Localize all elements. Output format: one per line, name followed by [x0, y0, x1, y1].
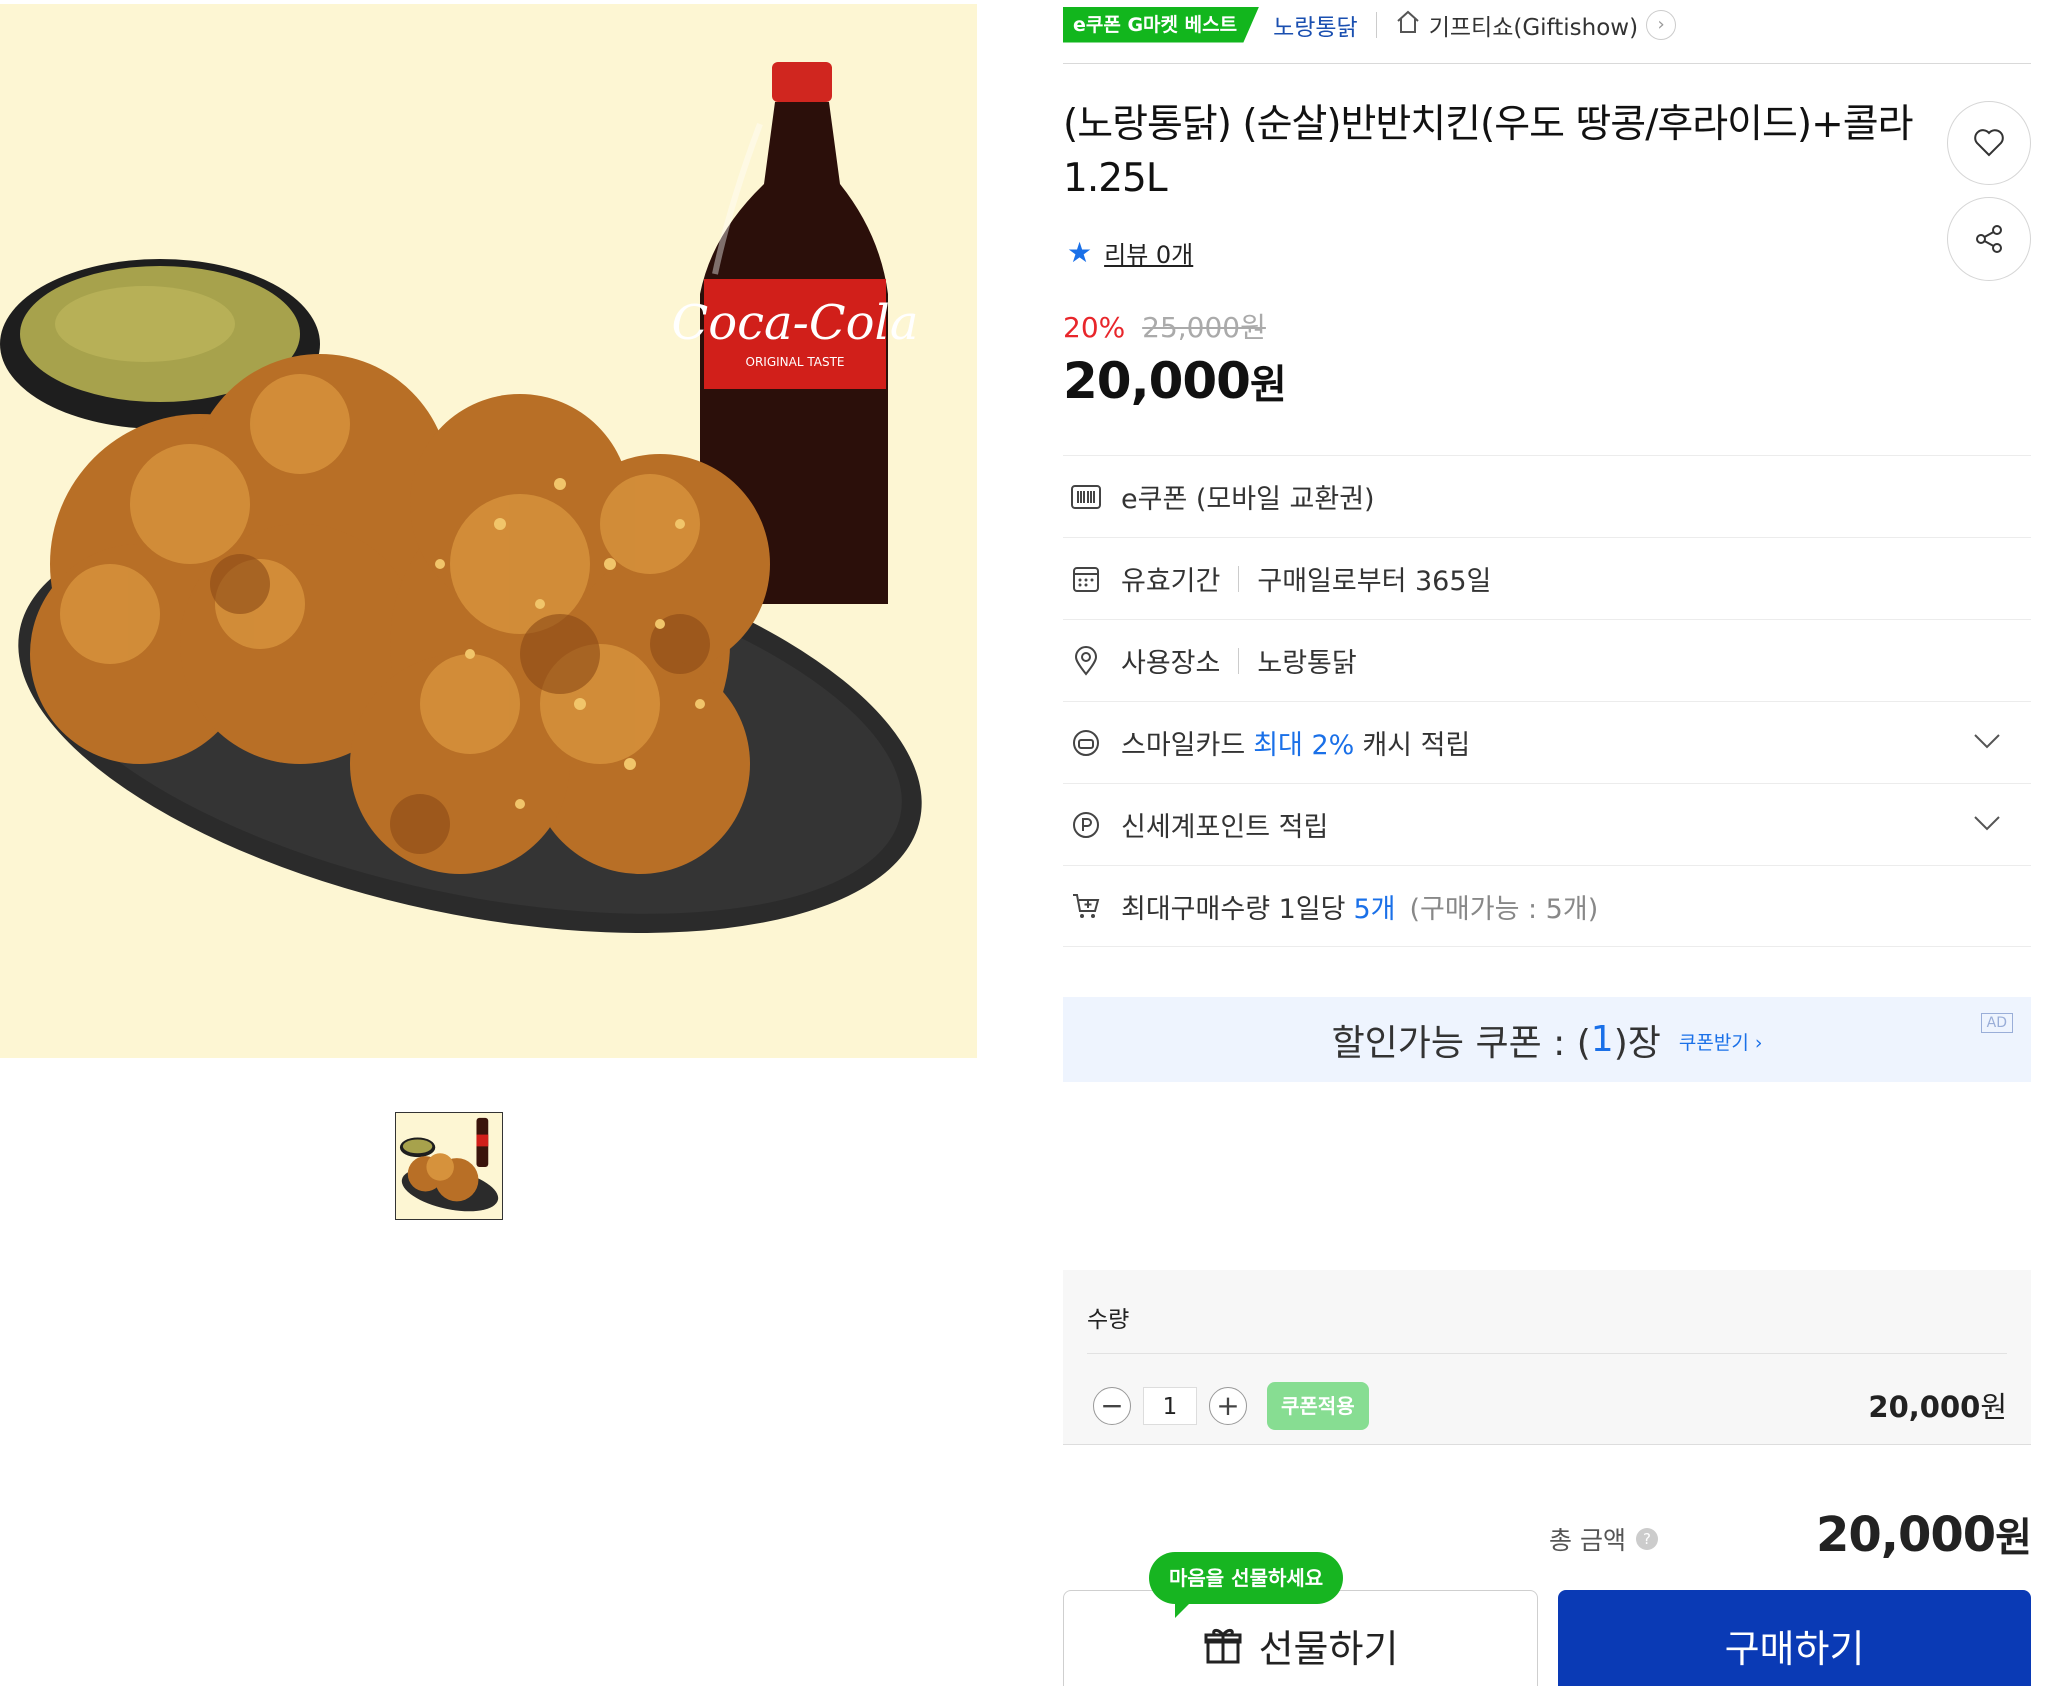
- top-bar: e쿠폰 G마켓 베스트 노랑통닭 기프티쇼(Giftishow) ›: [1063, 0, 2031, 64]
- total-label: 총 금액 ?: [1549, 1521, 1658, 1557]
- coupon-label-prefix: 할인가능 쿠폰 : (: [1331, 1022, 1591, 1064]
- info-row-type: e쿠폰 (모바일 교환권): [1063, 455, 2031, 537]
- wishlist-button[interactable]: [1947, 101, 2031, 185]
- info-row-validity: 유효기간 구매일로부터 365일: [1063, 537, 2031, 619]
- quantity-box: 수량 − 1 + 쿠폰적용 20,000원: [1063, 1270, 2031, 1445]
- discount-line: 20% 25,000원: [1063, 306, 1286, 346]
- share-button[interactable]: [1947, 197, 2031, 281]
- quantity-input[interactable]: 1: [1143, 1387, 1197, 1425]
- ad-badge: AD: [1980, 1013, 2013, 1033]
- total-label-text: 총 금액: [1549, 1526, 1626, 1555]
- total-price-unit: 원: [1995, 1515, 2032, 1561]
- shop-name: 기프티쇼(Giftishow): [1428, 14, 1639, 41]
- line-price-value: 20,000: [1868, 1390, 1981, 1424]
- card-icon: [1069, 726, 1103, 760]
- maxbuy-note: (구매가능 : 5개): [1409, 893, 1599, 925]
- price-area: 20% 25,000원 20,000원: [1063, 306, 1287, 410]
- chevron-down-icon[interactable]: [1973, 808, 2001, 839]
- info-row-place: 사용장소 노랑통닭: [1063, 619, 2031, 701]
- product-info-panel: e쿠폰 G마켓 베스트 노랑통닭 기프티쇼(Giftishow) › (노랑통닭…: [1063, 0, 2032, 1686]
- shop-link[interactable]: 기프티쇼(Giftishow) ›: [1395, 8, 1677, 42]
- validity-label: 유효기간: [1121, 566, 1221, 597]
- quantity-stepper: − 1 + 쿠폰적용: [1093, 1382, 1369, 1430]
- gift-button-label: 선물하기: [1258, 1626, 1399, 1671]
- best-badge: e쿠폰 G마켓 베스트: [1063, 6, 1260, 43]
- info-row-smilecard[interactable]: 스마일카드 최대 2% 캐시 적립: [1063, 701, 2031, 783]
- location-pin-icon: [1069, 644, 1103, 678]
- product-title: (노랑통닭) (순살)반반치킨(우도 땅콩/후라이드)+콜라 1.25L: [1063, 102, 1914, 201]
- sale-price-unit: 원: [1249, 362, 1287, 408]
- calendar-icon: [1069, 562, 1103, 596]
- place-value: 노랑통닭: [1257, 648, 1357, 679]
- barcode-icon: [1069, 480, 1103, 514]
- get-coupon-link[interactable]: 쿠폰받기 ›: [1679, 1028, 1763, 1055]
- info-list: e쿠폰 (모바일 교환권) 유효기간 구매일로부터 365일 사용장소 노랑통닭…: [1063, 455, 2031, 947]
- divider: [1375, 11, 1377, 38]
- review-link[interactable]: 리뷰 0개: [1104, 235, 1193, 270]
- chevron-right-icon[interactable]: ›: [1646, 9, 1677, 40]
- minus-button[interactable]: −: [1093, 1387, 1131, 1425]
- divider: [1238, 647, 1240, 674]
- discount-rate: 20%: [1063, 311, 1126, 344]
- product-thumbnail[interactable]: [395, 1112, 503, 1220]
- smilecard-prefix: 스마일카드: [1121, 730, 1246, 761]
- info-row-maxbuy: 최대구매수량 1일당 5개 (구매가능 : 5개): [1063, 865, 2031, 947]
- svg-text:Coca-Cola: Coca-Cola: [672, 295, 919, 351]
- maxbuy-prefix: 최대구매수량 1일당: [1121, 893, 1346, 925]
- maxbuy-highlight: 5개: [1353, 893, 1396, 925]
- cart-plus-icon: [1069, 889, 1103, 923]
- line-price: 20,000원: [1868, 1384, 2007, 1426]
- chevron-down-icon[interactable]: [1973, 726, 2001, 757]
- coupon-label-suffix: )장: [1613, 1022, 1661, 1064]
- coupon-type: e쿠폰 (모바일 교환권): [1121, 484, 1375, 515]
- line-price-unit: 원: [1980, 1390, 2007, 1424]
- total-price: 20,000원: [1815, 1505, 2032, 1563]
- divider: [1238, 565, 1240, 592]
- brand-link[interactable]: 노랑통닭: [1273, 8, 1358, 42]
- svg-text:ORIGINAL TASTE: ORIGINAL TASTE: [746, 355, 845, 369]
- total-price-value: 20,000: [1815, 1507, 1996, 1563]
- quantity-label: 수량: [1087, 1307, 1130, 1333]
- buy-button[interactable]: 구매하기: [1558, 1590, 2031, 1686]
- gift-tooltip: 마음을 선물하세요: [1149, 1552, 1344, 1618]
- buy-button-label: 구매하기: [1724, 1626, 1865, 1671]
- smilecard-highlight: 최대 2%: [1253, 730, 1355, 761]
- gift-icon: [1204, 1628, 1242, 1664]
- plus-button[interactable]: +: [1209, 1387, 1247, 1425]
- product-main-image: Coca-Cola ORIGINAL TASTE: [0, 4, 977, 1058]
- sale-price-value: 20,000: [1063, 352, 1251, 410]
- coupon-count: 1: [1590, 1019, 1614, 1060]
- heart-icon: [1974, 129, 2004, 157]
- coupon-bar[interactable]: 할인가능 쿠폰 : (1)장 쿠폰받기 › AD: [1063, 997, 2031, 1082]
- original-price: 25,000원: [1142, 311, 1266, 344]
- sale-price: 20,000원: [1063, 352, 1287, 410]
- place-label: 사용장소: [1121, 648, 1221, 679]
- shinsegae-point: 신세계포인트 적립: [1121, 812, 1329, 843]
- smilecard-suffix: 캐시 적립: [1362, 730, 1471, 761]
- home-icon: [1395, 9, 1421, 41]
- review-summary: ★ 리뷰 0개: [1067, 235, 1193, 270]
- point-icon: [1069, 808, 1103, 842]
- help-icon[interactable]: ?: [1635, 1528, 1658, 1550]
- gift-button[interactable]: 선물하기: [1063, 1590, 1538, 1686]
- share-icon: [1976, 225, 2002, 253]
- coupon-apply-button[interactable]: 쿠폰적용: [1267, 1382, 1369, 1430]
- star-icon: ★: [1067, 236, 1093, 269]
- validity-value: 구매일로부터 365일: [1257, 566, 1492, 597]
- divider: [1087, 1353, 2007, 1354]
- info-row-shinsegae[interactable]: 신세계포인트 적립: [1063, 783, 2031, 865]
